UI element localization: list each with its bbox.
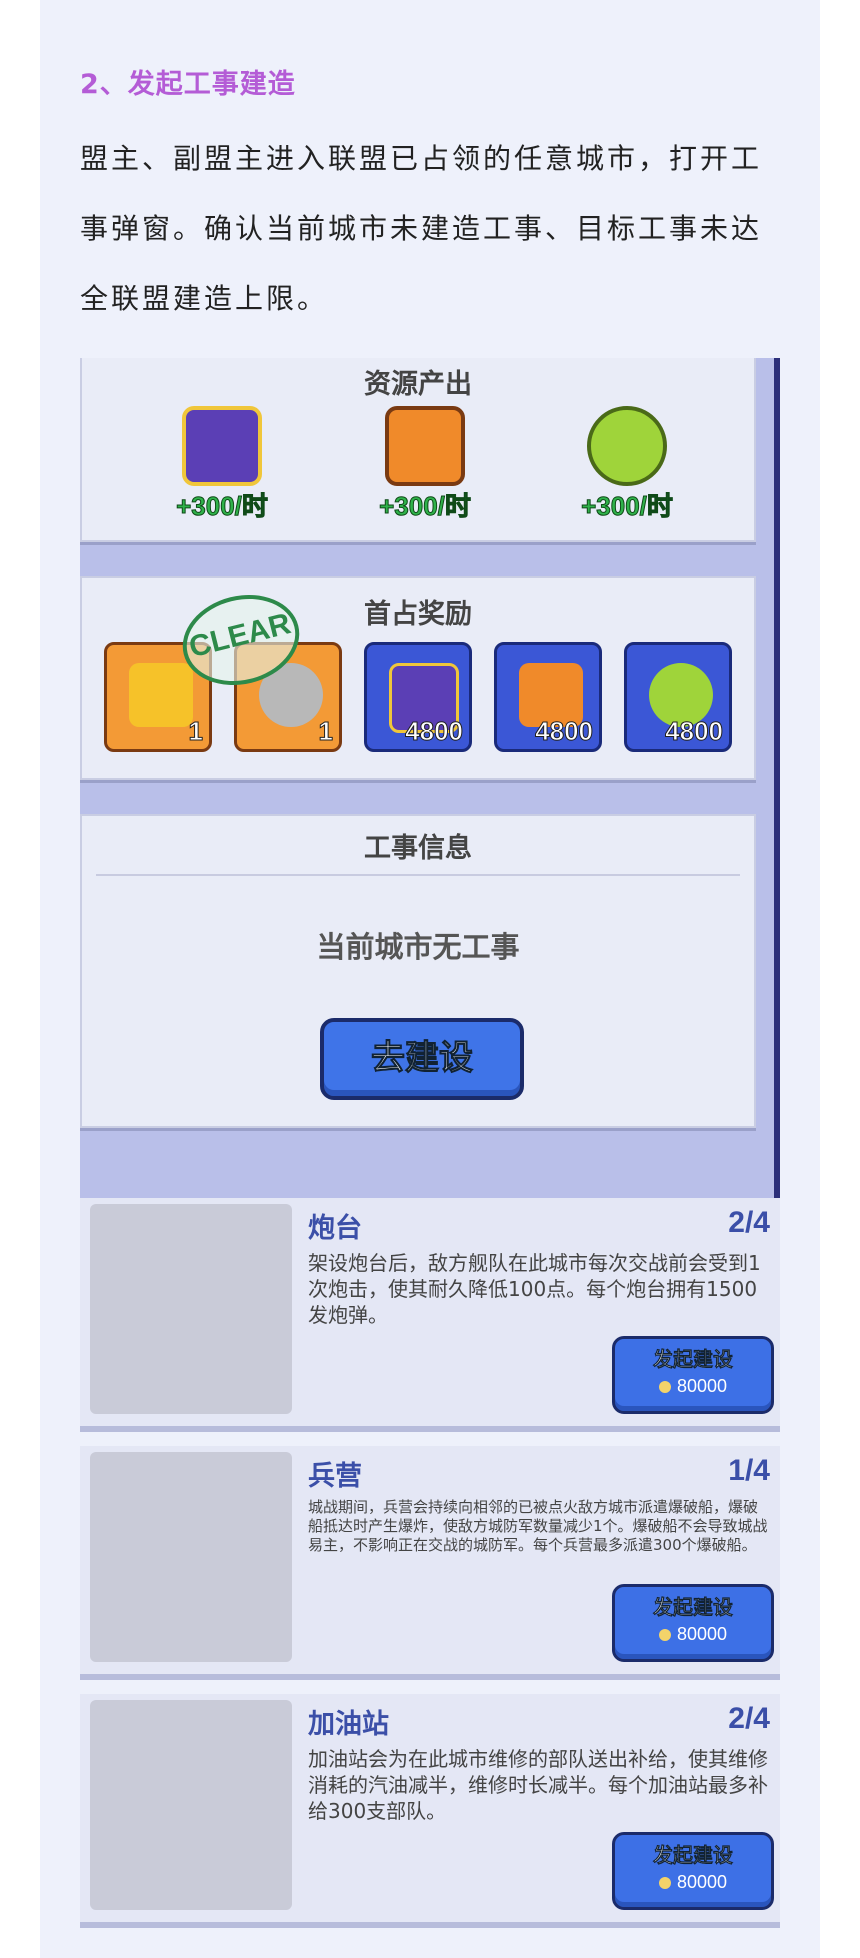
start-build-label: 发起建设: [653, 1347, 734, 1372]
building-count: 2/4: [728, 1206, 770, 1239]
resource-rate: +300/时: [581, 491, 674, 522]
dollar-card-icon: [182, 406, 262, 486]
start-build-label: 发起建设: [653, 1843, 734, 1868]
section-heading: 2、发起工事建造: [80, 69, 296, 100]
building-description: 加油站会为在此城市维修的部队送出补给，使其维修消耗的汽油减半，维修时长减半。每个…: [308, 1747, 768, 1823]
reward-count: 1: [318, 716, 334, 747]
building-name: 兵营: [308, 1461, 362, 1492]
section-paragraph: 盟主、副盟主进入联盟已占领的任意城市，打开工事弹窗。确认当前城市未建造工事、目标…: [80, 142, 763, 315]
resource-rate: +300/时: [379, 491, 472, 522]
first-reward-title: 首占奖励: [364, 599, 472, 630]
start-build-button[interactable]: 发起建设 80000: [612, 1584, 774, 1662]
start-build-button[interactable]: 发起建设 80000: [612, 1336, 774, 1414]
building-name: 加油站: [308, 1709, 389, 1740]
beans-icon: [587, 406, 667, 486]
resource-rate: +300/时: [176, 491, 269, 522]
start-build-label: 发起建设: [653, 1595, 734, 1620]
building-card-barracks: 兵营 1/4 城战期间，兵营会持续向相邻的已被点火敌方城市派遣爆破船，爆破船抵达…: [80, 1446, 780, 1680]
city-fort-panel: 资源产出 +300/时 +300/时 +300/时 首占奖励 1 1 4800 …: [80, 358, 780, 1198]
gas-station-icon: [90, 1700, 292, 1910]
first-reward-card: 首占奖励 1 1 4800 4800 4800 CLEAR: [80, 576, 756, 780]
reward-count: 4800: [535, 716, 594, 747]
go-build-button[interactable]: 去建设: [320, 1018, 524, 1100]
building-card-turret: 炮台 2/4 架设炮台后，敌方舰队在此城市每次交战前会受到1次炮击，使其耐久降低…: [80, 1198, 780, 1432]
building-count: 1/4: [728, 1454, 770, 1487]
building-count: 2/4: [728, 1702, 770, 1735]
coin-icon: [658, 1629, 671, 1642]
no-fort-message: 当前城市无工事: [316, 930, 520, 964]
resource-item: +300/时: [567, 406, 687, 523]
reward-slot[interactable]: 4800: [364, 642, 472, 752]
resource-output-card: 资源产出 +300/时 +300/时 +300/时: [80, 358, 756, 542]
article-body: 2、发起工事建造 盟主、副盟主进入联盟已占领的任意城市，打开工事弹窗。确认当前城…: [40, 0, 820, 1958]
build-cost: 80000: [676, 1624, 728, 1644]
resource-output-title: 资源产出: [364, 369, 472, 400]
build-cost: 80000: [676, 1872, 728, 1892]
reward-count: 1: [188, 716, 204, 747]
building-name: 炮台: [308, 1213, 362, 1244]
resource-item: +300/时: [162, 406, 282, 523]
resource-item: +300/时: [365, 406, 485, 523]
fort-building-list: 炮台 2/4 架设炮台后，敌方舰队在此城市每次交战前会受到1次炮击，使其耐久降低…: [80, 1198, 780, 1928]
reward-count: 4800: [405, 716, 464, 747]
fort-info-card: 工事信息 当前城市无工事 去建设: [80, 814, 756, 1128]
building-description: 城战期间，兵营会持续向相邻的已被点火敌方城市派遣爆破船，爆破船抵达时产生爆炸，使…: [308, 1498, 768, 1554]
turret-icon: [90, 1204, 292, 1414]
building-card-gas-station: 加油站 2/4 加油站会为在此城市维修的部队送出补给，使其维修消耗的汽油减半，维…: [80, 1694, 780, 1928]
coin-icon: [658, 1381, 671, 1394]
barracks-icon: [90, 1452, 292, 1662]
reward-count: 4800: [665, 716, 724, 747]
fort-info-title: 工事信息: [364, 833, 472, 864]
building-description: 架设炮台后，敌方舰队在此城市每次交战前会受到1次炮击，使其耐久降低100点。每个…: [308, 1251, 761, 1327]
build-cost: 80000: [676, 1376, 728, 1396]
fuel-can-icon: [385, 406, 465, 486]
divider: [96, 874, 740, 876]
reward-slot[interactable]: 4800: [624, 642, 732, 752]
coin-icon: [658, 1877, 671, 1890]
start-build-button[interactable]: 发起建设 80000: [612, 1832, 774, 1910]
reward-slot[interactable]: 4800: [494, 642, 602, 752]
gear-badge-icon: [129, 663, 193, 727]
